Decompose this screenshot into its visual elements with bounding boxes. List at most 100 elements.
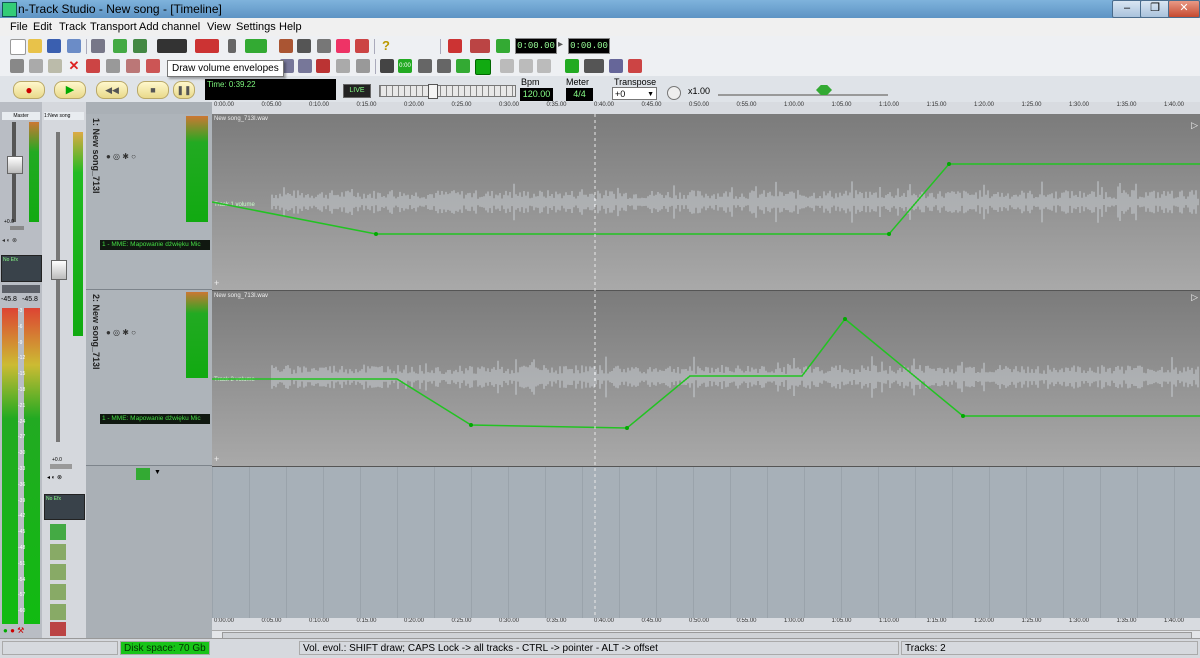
locate-icon[interactable] [496, 39, 510, 53]
pause-button[interactable]: ❚❚ [173, 81, 195, 99]
video-icon[interactable] [609, 59, 623, 73]
track-1-input-device[interactable]: 1 - MME: Mapowanie dźwięku Mic [100, 240, 210, 250]
track-header-2[interactable]: 2: New song_713I ● ◎ ✱ ○ 1 - MME: Mapowa… [86, 290, 212, 466]
save-icon[interactable] [47, 39, 61, 53]
punch-icon[interactable] [448, 39, 462, 53]
snap-icon[interactable] [456, 59, 470, 73]
channel-fader[interactable] [51, 260, 67, 280]
send-4-icon[interactable] [50, 604, 66, 620]
help-icon[interactable]: ? [379, 39, 393, 53]
record-mode-dropdown-icon[interactable] [195, 39, 219, 53]
live-button[interactable]: LIVE [343, 84, 371, 98]
import-icon[interactable] [113, 39, 127, 53]
envelope-point[interactable] [843, 317, 847, 321]
envelope-point[interactable] [625, 426, 629, 430]
copy-icon[interactable] [29, 59, 43, 73]
crossfade-icon[interactable] [356, 59, 370, 73]
piano-icon[interactable] [297, 39, 311, 53]
marker-dropdown-icon[interactable] [470, 39, 490, 53]
channel-pan[interactable] [50, 464, 72, 469]
mixer-icon[interactable] [355, 39, 369, 53]
layout-icon[interactable] [437, 59, 451, 73]
undo-icon[interactable] [86, 59, 100, 73]
fx-envelope-icon[interactable] [298, 59, 312, 73]
snapshot-icon[interactable] [91, 39, 105, 53]
menu-file[interactable]: File [10, 21, 28, 33]
track-2-input-device[interactable]: 1 - MME: Mapowanie dźwięku Mic [100, 414, 210, 424]
envelope-point[interactable] [469, 423, 473, 427]
color-icon[interactable] [336, 39, 350, 53]
play-button[interactable]: ▶ [54, 81, 86, 99]
menu-edit[interactable]: Edit [33, 21, 52, 33]
waveform-view-icon[interactable] [418, 59, 432, 73]
track-1-buttons[interactable]: ● ◎ ✱ ○ [106, 152, 136, 161]
master-fx-slot[interactable]: No Efx [1, 255, 42, 282]
send-1-icon[interactable] [50, 544, 66, 560]
master-fader[interactable] [7, 156, 23, 174]
selection-start-time[interactable]: 0:00.00 [515, 38, 557, 54]
close-button[interactable]: ✕ [1168, 0, 1200, 18]
channel-controls-icons[interactable]: ◂ ◐ ⊗ [47, 474, 62, 481]
envelope-point[interactable] [947, 162, 951, 166]
step-edit-icon[interactable] [565, 59, 579, 73]
speed-knob-icon[interactable] [667, 86, 681, 100]
grid-dropdown-icon[interactable] [584, 59, 604, 73]
menu-transport[interactable]: Transport [90, 21, 137, 33]
fade-out-icon[interactable] [519, 59, 533, 73]
menu-add-channel[interactable]: Add channel [139, 21, 200, 33]
loop-icon[interactable] [317, 39, 331, 53]
bpm-value[interactable]: 120.00 [520, 88, 553, 101]
input-icon[interactable] [228, 39, 236, 53]
open-folder-icon[interactable] [28, 39, 42, 53]
render-icon[interactable] [67, 39, 81, 53]
master-controls-icons[interactable]: ◂ ◐ ⊗ [2, 237, 17, 244]
insert-effect-icon[interactable] [50, 524, 66, 540]
record-button[interactable]: ● [13, 81, 45, 99]
metronome-icon[interactable] [279, 39, 293, 53]
plugin-icon[interactable] [628, 59, 642, 73]
zoom-icon[interactable] [336, 59, 350, 73]
menu-help[interactable]: Help [279, 21, 302, 33]
grid-icon[interactable]: 0:00 [398, 59, 412, 73]
selection-end-time[interactable]: 0:00.00 [568, 38, 610, 54]
glue-icon[interactable] [146, 59, 160, 73]
position-slider-handle[interactable] [428, 84, 438, 99]
track-header-1[interactable]: 1: New song_713I ● ◎ ✱ ○ 1 - MME: Mapowa… [86, 114, 212, 290]
menu-track[interactable]: Track [59, 21, 86, 33]
stop-button[interactable]: ■ [137, 81, 169, 99]
chevron-down-icon[interactable]: ▼ [154, 469, 161, 476]
send-5-icon[interactable] [50, 622, 66, 636]
draw-tool-dropdown-icon[interactable] [157, 39, 187, 53]
list-view-icon[interactable] [380, 59, 394, 73]
menu-settings[interactable]: Settings [236, 21, 276, 33]
speed-slider[interactable] [718, 94, 888, 96]
meter-value[interactable]: 4/4 [566, 88, 593, 101]
position-slider[interactable] [379, 84, 516, 99]
transpose-select[interactable]: +0 ▼ [612, 87, 657, 100]
envelope-point[interactable] [961, 414, 965, 418]
send-2-icon[interactable] [50, 564, 66, 580]
paste-icon[interactable] [48, 59, 62, 73]
envelope-point[interactable] [887, 232, 891, 236]
minimize-button[interactable]: – [1112, 0, 1142, 18]
send-3-icon[interactable] [50, 584, 66, 600]
new-file-icon[interactable] [10, 39, 26, 55]
channel-fx-slot[interactable]: No Efx [44, 494, 85, 520]
master-bottom-icons[interactable]: ● ● ⚒ [3, 626, 24, 635]
maximize-button[interactable]: ❐ [1140, 0, 1170, 18]
track-2-buttons[interactable]: ● ◎ ✱ ○ [106, 328, 136, 337]
split-icon[interactable] [106, 59, 120, 73]
trim-icon[interactable] [126, 59, 140, 73]
envelope-point[interactable] [374, 232, 378, 236]
delete-icon[interactable]: ✕ [67, 59, 81, 73]
fade-curve-icon[interactable] [537, 59, 551, 73]
fade-in-icon[interactable] [500, 59, 514, 73]
pitch-envelope-icon[interactable] [316, 59, 330, 73]
routing-dropdown-icon[interactable] [245, 39, 267, 53]
add-track-icon[interactable] [136, 468, 150, 480]
timeline-area[interactable]: New song_713I.wav Track 1 volume ▷ + New… [212, 114, 1200, 618]
cut-icon[interactable] [10, 59, 24, 73]
master-pan[interactable] [10, 226, 24, 230]
menu-view[interactable]: View [207, 21, 231, 33]
rewind-button[interactable]: ◀◀ [96, 81, 128, 99]
